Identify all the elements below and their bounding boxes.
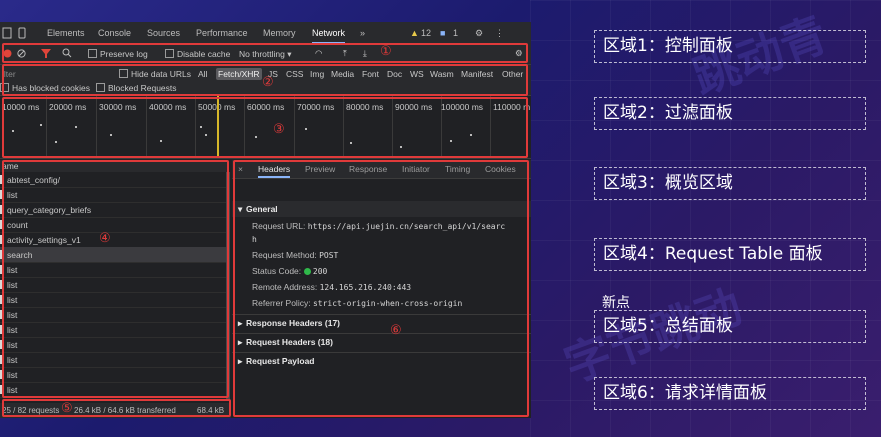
- warning-icon: ▲: [410, 28, 419, 38]
- region-3-marker: ③: [273, 121, 285, 136]
- devtools-tabbar: Elements Console Sources Performance Mem…: [0, 22, 531, 45]
- legend-region-4: 区域4：Request Table 面板: [594, 238, 866, 271]
- more-tabs-button[interactable]: »: [360, 28, 365, 38]
- region-4-marker: ④: [99, 230, 111, 245]
- region-2-marker: ②: [262, 74, 274, 89]
- legend-region-6: 区域6：请求详情面板: [594, 377, 866, 410]
- region-6-highlight: [233, 160, 529, 417]
- legend-region-3: 区域3：概览区域: [594, 167, 866, 200]
- footnote-text: 新点: [602, 295, 630, 311]
- legend-region-2: 区域2：过滤面板: [594, 97, 866, 130]
- tab-memory[interactable]: Memory: [263, 28, 296, 38]
- device-toggle-icon[interactable]: [17, 27, 27, 39]
- tab-elements[interactable]: Elements: [47, 28, 85, 38]
- tab-console[interactable]: Console: [98, 28, 131, 38]
- region-1-marker: ①: [380, 43, 392, 58]
- legend-region-1: 区域1：控制面板: [594, 30, 866, 63]
- settings-gear-icon[interactable]: ⚙: [475, 28, 483, 39]
- region-3-highlight: [2, 97, 528, 158]
- tab-performance[interactable]: Performance: [196, 28, 248, 38]
- warnings-count[interactable]: 12: [421, 28, 431, 38]
- inspect-icon[interactable]: [2, 27, 12, 39]
- legend-region-5: 区域5：总结面板: [594, 310, 866, 343]
- region-1-highlight: [2, 43, 528, 63]
- tab-network[interactable]: Network: [312, 28, 346, 44]
- message-icon: ■: [440, 28, 446, 38]
- region-6-marker: ⑥: [390, 322, 402, 337]
- more-options-icon[interactable]: ⋮: [495, 28, 504, 39]
- messages-count[interactable]: 1: [453, 28, 458, 38]
- region-5-highlight: [2, 399, 231, 417]
- region-4-highlight: [2, 160, 229, 398]
- tab-sources[interactable]: Sources: [147, 28, 180, 38]
- region-5-marker: ⑤: [61, 400, 73, 415]
